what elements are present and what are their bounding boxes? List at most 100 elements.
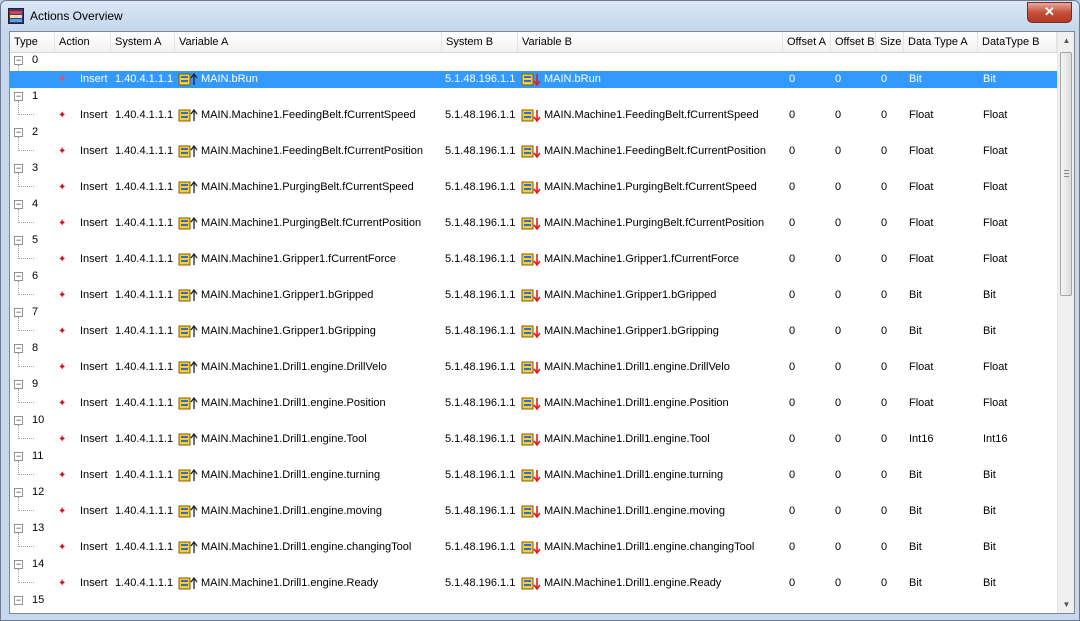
scroll-up-button[interactable]: ▲	[1058, 32, 1074, 49]
action-cell: Insert	[80, 73, 108, 85]
title-bar[interactable]: Actions Overview ✕	[1, 1, 1079, 29]
column-header-action[interactable]: Action	[55, 32, 111, 52]
collapse-minus-icon[interactable]: −	[14, 380, 23, 389]
table-row[interactable]: ✦ Insert 1.40.4.1.1.1 MAIN.Machine1.Drill1.…	[10, 467, 1057, 484]
action-group: −9 ✦ Insert 1.40.4.1.1.1 MAIN.Machine1.Drill…	[10, 377, 1057, 413]
collapse-minus-icon[interactable]: −	[14, 344, 23, 353]
collapse-minus-icon[interactable]: −	[14, 560, 23, 569]
group-header[interactable]: −0	[10, 53, 210, 69]
offset-a-cell: 0	[789, 181, 796, 193]
offset-a-cell: 0	[789, 397, 796, 409]
collapse-minus-icon[interactable]: −	[14, 524, 23, 533]
offset-a-cell: 0	[789, 361, 796, 373]
table-row[interactable]: ✦ Insert 1.40.4.1.1.1 MAIN.Machine1.Drill1.…	[10, 503, 1057, 520]
collapse-minus-icon[interactable]: −	[14, 236, 23, 245]
offset-a-cell: 0	[789, 73, 796, 85]
variable-a-cell: MAIN.Machine1.Drill1.engine.Tool	[201, 433, 367, 445]
group-header[interactable]: −4	[10, 197, 210, 213]
group-header[interactable]: −6	[10, 269, 210, 285]
table-row[interactable]: ✦ Insert 1.40.4.1.1.1 MAIN.Machine1.Drill1.…	[10, 395, 1057, 412]
variable-a-cell: MAIN.Machine1.FeedingBelt.fCurrentSpeed	[201, 109, 416, 121]
collapse-minus-icon[interactable]: −	[14, 92, 23, 101]
offset-b-cell: 0	[835, 73, 842, 85]
variable-read-arrow-up-icon	[178, 576, 198, 591]
system-b-cell: 5.1.48.196.1.1	[445, 109, 516, 121]
table-row[interactable]: ✦ Insert 1.40.4.1.1.1 MAIN.Machine1.Drill1.…	[10, 539, 1057, 556]
collapse-minus-icon[interactable]: −	[14, 272, 23, 281]
table-row[interactable]: ✦ Insert 1.40.4.1.1.1 MAIN.Machine1.Drill1.…	[10, 575, 1057, 592]
system-b-cell: 5.1.48.196.1.1	[445, 325, 516, 337]
group-header[interactable]: −2	[10, 125, 210, 141]
vertical-scrollbar[interactable]: ▲ ▼	[1057, 32, 1074, 613]
offset-b-cell: 0	[835, 361, 842, 373]
table-row[interactable]: ✦ Insert 1.40.4.1.1.1 MAIN.Machine1.Feeding…	[10, 143, 1057, 160]
scroll-thumb[interactable]	[1060, 52, 1072, 296]
variable-b-cell: MAIN.Machine1.Drill1.engine.Ready	[544, 577, 722, 589]
group-header[interactable]: −1	[10, 89, 210, 105]
data-type-b-cell: Float	[983, 109, 1008, 121]
offset-a-cell: 0	[789, 253, 796, 265]
variable-read-arrow-up-icon	[178, 180, 198, 195]
collapse-minus-icon[interactable]: −	[14, 200, 23, 209]
group-header[interactable]: −12	[10, 485, 210, 501]
offset-b-cell: 0	[835, 505, 842, 517]
column-header-data-type-a[interactable]: Data Type A	[904, 32, 978, 52]
collapse-minus-icon[interactable]: −	[14, 416, 23, 425]
table-row[interactable]: ✦ Insert 1.40.4.1.1.1 MAIN.bRun 5.1.48.196.1…	[10, 71, 1057, 88]
column-header-system-a[interactable]: System A	[111, 32, 175, 52]
column-header-offset-b[interactable]: Offset B	[831, 32, 876, 52]
group-header[interactable]: −5	[10, 233, 210, 249]
column-header-system-b[interactable]: System B	[442, 32, 518, 52]
data-type-a-cell: Float	[909, 109, 934, 121]
variable-read-arrow-up-icon	[178, 432, 198, 447]
data-type-b-cell: Bit	[983, 325, 996, 337]
column-header-size[interactable]: Size	[876, 32, 904, 52]
offset-a-cell: 0	[789, 505, 796, 517]
group-header[interactable]: −15	[10, 593, 210, 609]
table-row[interactable]: ✦ Insert 1.40.4.1.1.1 MAIN.Machine1.Purging…	[10, 179, 1057, 196]
group-number: 11	[32, 450, 44, 462]
insert-star-icon: ✦	[58, 434, 67, 445]
close-button[interactable]: ✕	[1027, 2, 1072, 23]
actions-list[interactable]: Type Action System A Variable A System B Vari…	[9, 31, 1075, 614]
collapse-minus-icon[interactable]: −	[14, 164, 23, 173]
column-header-variable-a[interactable]: Variable A	[175, 32, 442, 52]
group-header[interactable]: −8	[10, 341, 210, 357]
action-group: −11 ✦ Insert 1.40.4.1.1.1 MAIN.Machine1.Dril…	[10, 449, 1057, 485]
collapse-minus-icon[interactable]: −	[14, 56, 23, 65]
group-number: 6	[32, 270, 39, 282]
collapse-minus-icon[interactable]: −	[14, 452, 23, 461]
offset-b-cell: 0	[835, 325, 842, 337]
offset-b-cell: 0	[835, 253, 842, 265]
collapse-minus-icon[interactable]: −	[14, 128, 23, 137]
table-row[interactable]: ✦ Insert 1.40.4.1.1.1 MAIN.Machine1.Gripper…	[10, 323, 1057, 340]
column-header-type[interactable]: Type	[10, 32, 55, 52]
offset-a-cell: 0	[789, 289, 796, 301]
group-header[interactable]: −13	[10, 521, 210, 537]
group-header[interactable]: −9	[10, 377, 210, 393]
group-header[interactable]: −7	[10, 305, 210, 321]
size-cell: 0	[881, 145, 888, 157]
group-header[interactable]: −11	[10, 449, 210, 465]
collapse-minus-icon[interactable]: −	[14, 308, 23, 317]
data-type-b-cell: Bit	[983, 505, 996, 517]
group-number: 5	[32, 234, 39, 246]
offset-a-cell: 0	[789, 469, 796, 481]
column-header-datatype-b[interactable]: DataType B	[978, 32, 1057, 52]
scroll-down-button[interactable]: ▼	[1058, 596, 1074, 613]
column-header-variable-b[interactable]: Variable B	[518, 32, 783, 52]
group-header[interactable]: −3	[10, 161, 210, 177]
table-row[interactable]: ✦ Insert 1.40.4.1.1.1 MAIN.Machine1.Gripper…	[10, 251, 1057, 268]
action-cell: Insert	[80, 145, 108, 157]
variable-a-cell: MAIN.bRun	[201, 73, 258, 85]
collapse-minus-icon[interactable]: −	[14, 488, 23, 497]
group-header[interactable]: −14	[10, 557, 210, 573]
table-row[interactable]: ✦ Insert 1.40.4.1.1.1 MAIN.Machine1.Drill1.…	[10, 359, 1057, 376]
group-header[interactable]: −10	[10, 413, 210, 429]
table-row[interactable]: ✦ Insert 1.40.4.1.1.1 MAIN.Machine1.Purging…	[10, 215, 1057, 232]
column-header-offset-a[interactable]: Offset A	[783, 32, 831, 52]
collapse-minus-icon[interactable]: −	[14, 596, 23, 605]
table-row[interactable]: ✦ Insert 1.40.4.1.1.1 MAIN.Machine1.Gripper…	[10, 287, 1057, 304]
table-row[interactable]: ✦ Insert 1.40.4.1.1.1 MAIN.Machine1.Drill1.…	[10, 431, 1057, 448]
table-row[interactable]: ✦ Insert 1.40.4.1.1.1 MAIN.Machine1.Feeding…	[10, 107, 1057, 124]
